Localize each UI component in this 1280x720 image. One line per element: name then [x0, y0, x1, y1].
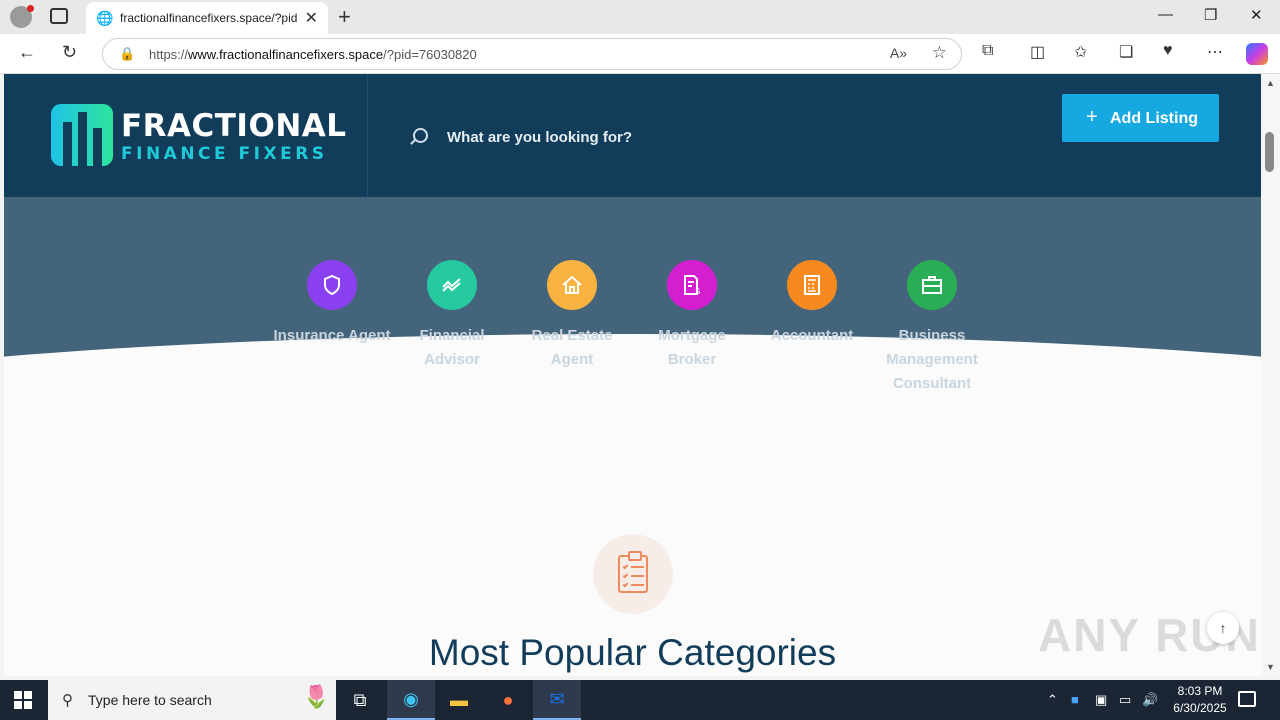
category-label: Mortgage Broker [658, 327, 726, 368]
site-header: FRACTIONAL FINANCE FIXERS What are you l… [4, 74, 1261, 197]
tab-actions-icon[interactable] [50, 8, 68, 24]
address-bar[interactable]: 🔒 https://www.fractionalfinancefixers.sp… [102, 38, 962, 70]
site-logo[interactable]: FRACTIONAL FINANCE FIXERS [51, 104, 346, 168]
category-label: Financial Advisor [419, 327, 485, 368]
meet-now-icon[interactable]: ▣ [1095, 692, 1107, 708]
briefcase-icon [907, 260, 957, 310]
task-view-icon[interactable]: ⧉ [336, 680, 384, 720]
category-insurance-agent[interactable]: Insurance Agent [272, 260, 392, 348]
scroll-up-icon[interactable]: ▲ [1266, 78, 1275, 88]
firefox-icon[interactable]: ● [484, 680, 532, 720]
clock-date: 6/30/2025 [1173, 701, 1227, 715]
browser-toolbar: ← ↻ 🔒 https://www.fractionalfinancefixer… [0, 34, 1280, 74]
category-financial-advisor[interactable]: Financial Advisor [392, 260, 512, 372]
url-text: https://www.fractionalfinancefixers.spac… [149, 47, 477, 62]
refresh-icon[interactable]: ↻ [62, 42, 77, 63]
trend-icon [427, 260, 477, 310]
volume-icon[interactable]: 🔊 [1142, 692, 1158, 708]
taskbar-search-input[interactable]: Type here to search [88, 692, 212, 708]
house-icon [547, 260, 597, 310]
outlook-icon[interactable]: ✉ [533, 680, 581, 720]
favorite-star-icon[interactable]: ☆ [932, 43, 947, 63]
globe-icon: 🌐 [96, 10, 114, 26]
scroll-to-top-button[interactable]: ↑ [1207, 612, 1239, 644]
outlook-tray-icon[interactable]: ■ [1071, 692, 1079, 707]
taskbar-search[interactable]: ⚲ Type here to search 🌷 [48, 680, 336, 720]
category-real-estate-agent[interactable]: Real Estate Agent [512, 260, 632, 372]
search-icon: ⚲ [62, 692, 73, 709]
category-mortgage-broker[interactable]: $ Mortgage Broker [632, 260, 752, 372]
add-listing-button[interactable]: + Add Listing [1062, 94, 1219, 142]
notifications-icon[interactable] [1238, 691, 1256, 707]
start-button[interactable] [14, 691, 32, 709]
category-label: Insurance Agent [273, 327, 391, 344]
page-scrollbar[interactable]: ▲ ▼ [1261, 74, 1280, 676]
performance-icon[interactable]: ♥ [1163, 42, 1173, 60]
search-input[interactable]: What are you looking for? [447, 129, 632, 146]
plus-icon: + [1086, 106, 1098, 128]
tab-title: fractionalfinancefixers.space/?pid=76030… [120, 11, 298, 25]
category-label: Accountant [770, 327, 854, 344]
tray-chevron-icon[interactable]: ⌃ [1047, 692, 1058, 708]
new-tab-icon[interactable]: + [338, 4, 351, 30]
document-dollar-icon: $ [667, 260, 717, 310]
minimize-icon[interactable]: — [1158, 6, 1173, 23]
windows-taskbar: ⚲ Type here to search 🌷 ⧉ ◉ ▬ ● ✉ ⌃ ■ ▣ … [0, 680, 1280, 720]
clipboard-checklist-icon [593, 534, 673, 614]
profile-icon[interactable] [10, 5, 34, 28]
more-options-icon[interactable]: ⋯ [1207, 42, 1223, 62]
edge-icon[interactable]: ◉ [387, 680, 435, 720]
shield-icon [307, 260, 357, 310]
logo-mark-icon [51, 104, 113, 166]
scroll-down-icon[interactable]: ▼ [1266, 662, 1275, 672]
collections-icon[interactable]: ❏ [1119, 42, 1133, 62]
window-close-icon[interactable]: ✕ [1250, 6, 1263, 24]
category-accountant[interactable]: Accountant [752, 260, 872, 348]
extensions-icon[interactable]: ⧉ [982, 42, 993, 60]
file-explorer-icon[interactable]: ▬ [435, 680, 483, 720]
read-aloud-icon[interactable]: A» [890, 45, 907, 61]
svg-text:$: $ [695, 287, 701, 296]
restore-icon[interactable]: ❐ [1204, 6, 1217, 24]
clock-time: 8:03 PM [1177, 684, 1223, 698]
calculator-icon [787, 260, 837, 310]
category-label: Real Estate Agent [531, 327, 613, 368]
header-divider [367, 74, 368, 197]
system-clock[interactable]: 8:03 PM 6/30/2025 [1160, 683, 1240, 717]
network-icon[interactable]: ▭ [1119, 692, 1131, 708]
split-screen-icon[interactable]: ◫ [1030, 42, 1045, 62]
logo-text-secondary: FINANCE FIXERS [121, 144, 328, 164]
flowers-icon: 🌷 [302, 684, 330, 709]
add-listing-label: Add Listing [1110, 110, 1198, 127]
back-icon[interactable]: ← [18, 42, 36, 63]
site-search[interactable]: What are you looking for? [409, 124, 929, 152]
category-business-management-consultant[interactable]: Business Management Consultant [872, 260, 992, 396]
site-info-icon[interactable]: 🔒 [119, 46, 135, 62]
category-label: Business Management Consultant [886, 327, 978, 392]
scrollbar-thumb[interactable] [1265, 132, 1274, 172]
tab-close-icon[interactable]: ✕ [305, 8, 318, 28]
favorites-icon[interactable]: ✩ [1074, 42, 1087, 62]
web-page: FRACTIONAL FINANCE FIXERS What are you l… [4, 74, 1261, 676]
logo-text-primary: FRACTIONAL [121, 108, 347, 144]
browser-tab[interactable]: 🌐 fractionalfinancefixers.space/?pid=760… [86, 2, 328, 34]
search-icon [413, 128, 428, 143]
copilot-icon[interactable] [1246, 43, 1268, 65]
browser-tab-strip: 🌐 fractionalfinancefixers.space/?pid=760… [0, 0, 1280, 34]
